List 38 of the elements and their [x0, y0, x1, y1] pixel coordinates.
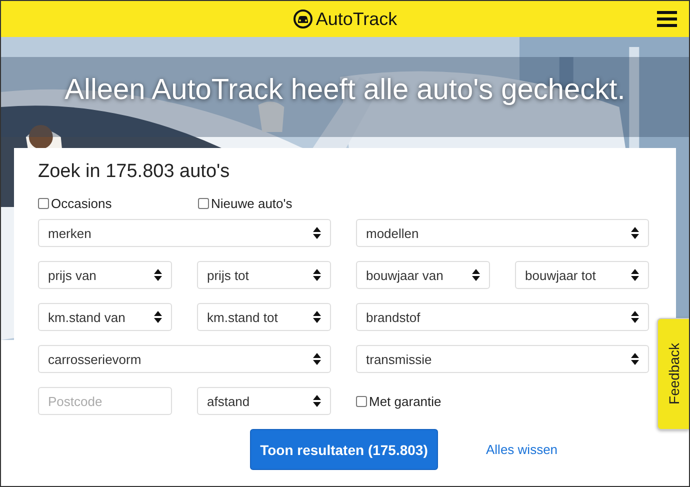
select-field[interactable]: modellen: [356, 219, 649, 247]
sort-caret-icon: [313, 269, 321, 281]
clear-all-link[interactable]: Alles wissen: [486, 442, 558, 457]
select-field[interactable]: transmissie: [356, 345, 649, 373]
sort-caret-icon: [631, 311, 639, 323]
feedback-tab[interactable]: Feedback: [657, 318, 689, 430]
select-field[interactable]: km.stand tot: [197, 303, 331, 331]
select-field[interactable]: brandstof: [356, 303, 649, 331]
checkbox-label: Met garantie: [369, 394, 442, 408]
select-field[interactable]: prijs van: [38, 261, 172, 289]
sort-caret-icon: [313, 311, 321, 323]
select-field[interactable]: afstand: [197, 387, 331, 415]
sort-caret-icon: [313, 353, 321, 365]
show-results-button[interactable]: Toon resultaten (175.803): [250, 429, 438, 470]
checkbox[interactable]: [38, 198, 49, 208]
search-title: Zoek in 175.803 auto's: [38, 161, 231, 183]
hero-headline: Alleen AutoTrack heeft alle auto's gecheckt.: [64, 73, 626, 107]
sort-caret-icon: [631, 353, 639, 365]
sort-caret-icon: [154, 269, 162, 281]
logo-text: AutoTrack: [316, 8, 398, 30]
select-field[interactable]: km.stand van: [38, 303, 172, 331]
sort-caret-icon: [631, 269, 639, 281]
select-field[interactable]: carrosserievorm: [38, 345, 331, 373]
menu-icon[interactable]: [657, 11, 677, 27]
car-logo-icon: [292, 9, 313, 29]
sort-caret-icon: [313, 395, 321, 407]
select-field[interactable]: prijs tot: [197, 261, 331, 289]
sort-caret-icon: [631, 227, 639, 239]
postcode-field[interactable]: Postcode: [38, 387, 172, 415]
checkbox[interactable]: [356, 396, 367, 406]
select-field[interactable]: bouwjaar tot: [515, 261, 649, 289]
checkbox-label: Occasions: [51, 196, 112, 210]
sort-caret-icon: [154, 311, 162, 323]
checkbox-label: Nieuwe auto's: [211, 196, 292, 210]
select-field[interactable]: merken: [38, 219, 331, 247]
checkbox[interactable]: [198, 198, 209, 208]
select-field[interactable]: bouwjaar van: [356, 261, 490, 289]
sort-caret-icon: [313, 227, 321, 239]
